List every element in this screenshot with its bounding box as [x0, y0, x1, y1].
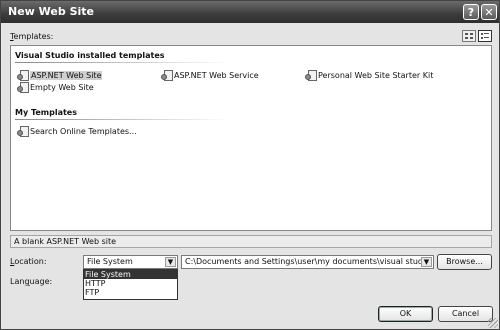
location-path-combo[interactable]: C:\Documents and Settings\user\my docume… [181, 255, 434, 269]
cancel-button[interactable]: Cancel [438, 306, 493, 322]
search-online-icon [17, 126, 29, 137]
language-label: Language: [10, 277, 53, 286]
location-type-dropdown: File System HTTP FTP [83, 269, 178, 300]
help-button[interactable]: ? [463, 4, 479, 20]
option-ftp[interactable]: FTP [84, 288, 177, 297]
web-page-globe-icon [161, 70, 173, 81]
template-label: Search Online Templates... [30, 127, 137, 136]
option-file-system[interactable]: File System [84, 270, 177, 279]
template-aspnet-web-service[interactable]: ASP.NET Web Service [161, 70, 259, 81]
templates-label: Templates: [10, 32, 54, 41]
template-empty-web-site[interactable]: Empty Web Site [17, 82, 94, 93]
web-page-globe-icon [17, 70, 29, 81]
template-personal-starter-kit[interactable]: Personal Web Site Starter Kit [305, 70, 433, 81]
browse-button[interactable]: Browse... [437, 254, 492, 270]
group-divider [15, 62, 230, 63]
template-search-online[interactable]: Search Online Templates... [17, 126, 137, 137]
location-type-value: File System [87, 257, 133, 266]
web-page-globe-icon [17, 82, 29, 93]
title-bar: New Web Site ? ✕ [1, 1, 499, 23]
ok-button[interactable]: OK [378, 306, 433, 322]
option-http[interactable]: HTTP [84, 279, 177, 288]
new-web-site-dialog: New Web Site ? ✕ Templates: Visual Studi… [0, 0, 500, 330]
template-label: ASP.NET Web Site [30, 71, 103, 80]
group-divider [15, 119, 230, 120]
resize-grip[interactable] [488, 318, 498, 328]
large-icons-view-icon [465, 33, 473, 39]
small-icons-view-icon [481, 33, 489, 39]
location-type-select[interactable]: File System ▼ [83, 255, 178, 269]
chevron-down-icon[interactable]: ▼ [165, 257, 176, 267]
templates-list: Visual Studio installed templates ASP.NE… [10, 45, 492, 231]
template-label: Personal Web Site Starter Kit [318, 71, 434, 80]
small-icons-view-button[interactable] [478, 30, 492, 42]
template-label: Empty Web Site [30, 83, 94, 92]
location-path-value: C:\Documents and Settings\user\my docume… [185, 257, 434, 266]
group-my-templates: My Templates [15, 108, 77, 117]
dialog-title: New Web Site [8, 5, 94, 18]
chevron-down-icon[interactable]: ▼ [421, 257, 432, 267]
large-icons-view-button[interactable] [462, 30, 476, 42]
template-aspnet-web-site[interactable]: ASP.NET Web Site [17, 70, 103, 81]
group-installed-templates: Visual Studio installed templates [15, 51, 165, 60]
web-page-globe-icon [305, 70, 317, 81]
template-description: A blank ASP.NET Web site [10, 235, 492, 248]
location-label: Location: [10, 257, 47, 266]
template-label: ASP.NET Web Service [174, 71, 259, 80]
close-button[interactable]: ✕ [481, 4, 497, 20]
